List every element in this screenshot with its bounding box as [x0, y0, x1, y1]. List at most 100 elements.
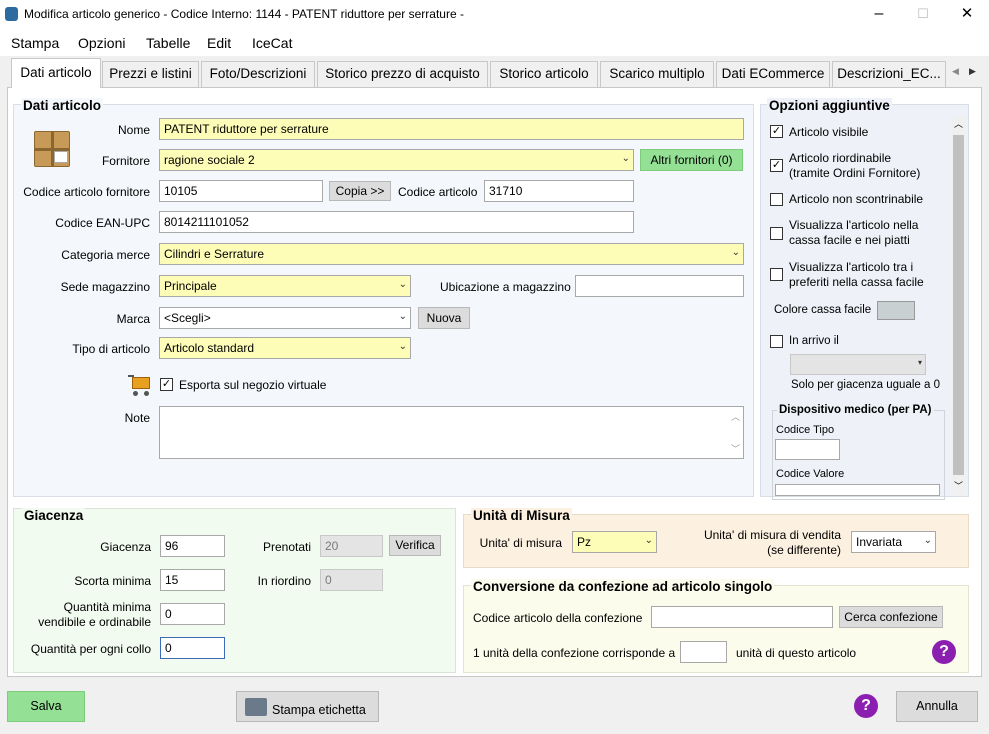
unita-articolo-label: unità di questo articolo: [736, 646, 857, 660]
chevron-down-icon: ⌄: [398, 279, 407, 290]
copia-button[interactable]: Copia >>: [329, 181, 391, 201]
unita-misura-select[interactable]: Pz ⌄: [572, 531, 657, 553]
verifica-button[interactable]: Verifica: [389, 535, 441, 556]
unita-vendita-select[interactable]: Invariata ⌄: [851, 531, 936, 553]
collo-input[interactable]: 0: [160, 637, 225, 659]
tab-scarico-multiplo[interactable]: Scarico multiplo: [600, 61, 714, 87]
app-icon: [5, 7, 18, 21]
tab-dati-articolo[interactable]: Dati articolo: [11, 58, 101, 88]
nome-input[interactable]: PATENT riduttore per serrature: [159, 118, 744, 140]
unita-vendita-label-1: Unita' di misura di vendita: [703, 528, 841, 542]
collo-label: Quantità per ogni collo: [30, 642, 151, 656]
codice-confezione-input[interactable]: [651, 606, 833, 628]
riordinabile-checkbox[interactable]: ✓: [770, 159, 783, 172]
menu-opzioni[interactable]: Opzioni: [78, 35, 125, 51]
maximize-button[interactable]: ☐: [900, 0, 946, 30]
unita-title: Unità di Misura: [471, 508, 572, 523]
menu-edit[interactable]: Edit: [207, 35, 231, 51]
categoria-select[interactable]: Cilindri e Serrature ⌄: [159, 243, 744, 265]
visibile-label: Articolo visibile: [789, 125, 869, 139]
tipo-value: Articolo standard: [164, 341, 255, 355]
codice-tipo-input[interactable]: [775, 439, 840, 460]
prenotati-label: Prenotati: [262, 540, 311, 554]
codice-confezione-label: Codice articolo della confezione: [473, 611, 643, 625]
help-footer-icon[interactable]: ?: [854, 694, 878, 718]
menu-tabelle[interactable]: Tabelle: [146, 35, 190, 51]
colore-swatch[interactable]: [877, 301, 915, 320]
cassa-facile-checkbox[interactable]: [770, 227, 783, 240]
esporta-label: Esporta sul negozio virtuale: [179, 378, 327, 392]
ean-label: Codice EAN-UPC: [55, 216, 150, 230]
note-scroll-down-icon[interactable]: ﹀: [731, 442, 740, 455]
menu-icecat[interactable]: IceCat: [252, 35, 292, 51]
unita-confezione-input[interactable]: [680, 641, 727, 663]
marca-select[interactable]: <Scegli> ⌄: [159, 307, 411, 329]
ean-input[interactable]: 8014211101052: [159, 211, 634, 233]
scorta-label: Scorta minima: [74, 574, 151, 588]
data-arrivo-picker[interactable]: ▾: [790, 354, 926, 375]
riordino-label: In riordino: [257, 574, 311, 588]
printer-icon: [245, 698, 267, 716]
preferiti-label: Visualizza l'articolo tra i preferiti ne…: [789, 260, 924, 289]
salva-button[interactable]: Salva: [7, 691, 85, 722]
chevron-down-icon: ⌄: [398, 341, 407, 352]
non-scontrinabile-checkbox[interactable]: [770, 193, 783, 206]
altri-fornitori-button[interactable]: Altri fornitori (0): [640, 149, 743, 171]
menu-stampa[interactable]: Stampa: [11, 35, 59, 51]
giacenza-title: Giacenza: [22, 508, 86, 523]
note-scroll-up-icon[interactable]: ︿: [731, 410, 740, 423]
tab-foto-descrizioni[interactable]: Foto/Descrizioni: [201, 61, 315, 87]
minimize-button[interactable]: –: [856, 0, 902, 30]
prenotati-input: 20: [320, 535, 383, 557]
tipo-label: Tipo di articolo: [72, 342, 150, 356]
sede-label: Sede magazzino: [60, 280, 150, 294]
in-arrivo-label: In arrivo il: [789, 335, 839, 347]
help-icon[interactable]: ?: [932, 640, 956, 664]
codice-fornitore-label: Codice articolo fornitore: [23, 185, 150, 199]
close-button[interactable]: ✕: [944, 0, 989, 30]
fornitore-label: Fornitore: [101, 154, 150, 168]
tab-storico-articolo[interactable]: Storico articolo: [490, 61, 598, 87]
scorta-input[interactable]: 15: [160, 569, 225, 591]
colore-label: Colore cassa facile: [774, 304, 872, 316]
cassa-facile-label: Visualizza l'articolo nella cassa facile…: [789, 218, 919, 247]
codice-valore-label: Codice Valore: [776, 468, 845, 480]
codice-valore-input[interactable]: [775, 484, 940, 496]
opzioni-scrollbar[interactable]: ︿ ﹀: [951, 117, 966, 495]
codice-articolo-input[interactable]: 31710: [484, 180, 634, 202]
sede-value: Principale: [164, 279, 217, 293]
note-textarea[interactable]: [159, 406, 744, 459]
codice-articolo-label: Codice articolo: [398, 185, 478, 199]
preferiti-checkbox[interactable]: [770, 268, 783, 281]
tab-scroll-right-icon[interactable]: ▶: [969, 66, 976, 77]
shopping-cart-icon: [128, 373, 154, 397]
conversione-title: Conversione da confezione ad articolo si…: [471, 579, 775, 594]
nome-label: Nome: [117, 123, 150, 137]
esporta-checkbox[interactable]: ✓: [160, 378, 173, 391]
giacenza-input[interactable]: 96: [160, 535, 225, 557]
marca-label: Marca: [116, 312, 150, 326]
tipo-select[interactable]: Articolo standard ⌄: [159, 337, 411, 359]
unita-confezione-label: 1 unità della confezione corrisponde a: [473, 646, 676, 660]
qmin-input[interactable]: 0: [160, 603, 225, 625]
cerca-confezione-button[interactable]: Cerca confezione: [839, 606, 943, 628]
ubicazione-input[interactable]: [575, 275, 744, 297]
tab-dati-ecommerce[interactable]: Dati ECommerce: [716, 61, 830, 87]
riordinabile-label: Articolo riordinabile (tramite Ordini Fo…: [789, 151, 921, 180]
nuova-button[interactable]: Nuova: [418, 307, 470, 329]
tab-scroll-left-icon[interactable]: ◀: [952, 66, 959, 77]
codice-tipo-label: Codice Tipo: [776, 424, 835, 436]
chevron-down-icon: ▾: [917, 358, 922, 367]
tab-prezzi-listini[interactable]: Prezzi e listini: [102, 61, 199, 87]
in-arrivo-checkbox[interactable]: [770, 335, 783, 348]
unita-misura-value: Pz: [577, 535, 592, 549]
codice-fornitore-input[interactable]: 10105: [159, 180, 323, 202]
stampa-etichetta-label: Stampa etichetta: [272, 703, 366, 717]
annulla-button[interactable]: Annulla: [896, 691, 978, 722]
tab-storico-prezzo[interactable]: Storico prezzo di acquisto: [317, 61, 488, 87]
visibile-checkbox[interactable]: ✓: [770, 125, 783, 138]
stampa-etichetta-button[interactable]: Stampa etichetta: [236, 691, 379, 722]
sede-select[interactable]: Principale ⌄: [159, 275, 411, 297]
tab-descrizioni-ec[interactable]: Descrizioni_EC...: [832, 61, 946, 87]
fornitore-select[interactable]: ragione sociale 2 ⌄: [159, 149, 634, 171]
